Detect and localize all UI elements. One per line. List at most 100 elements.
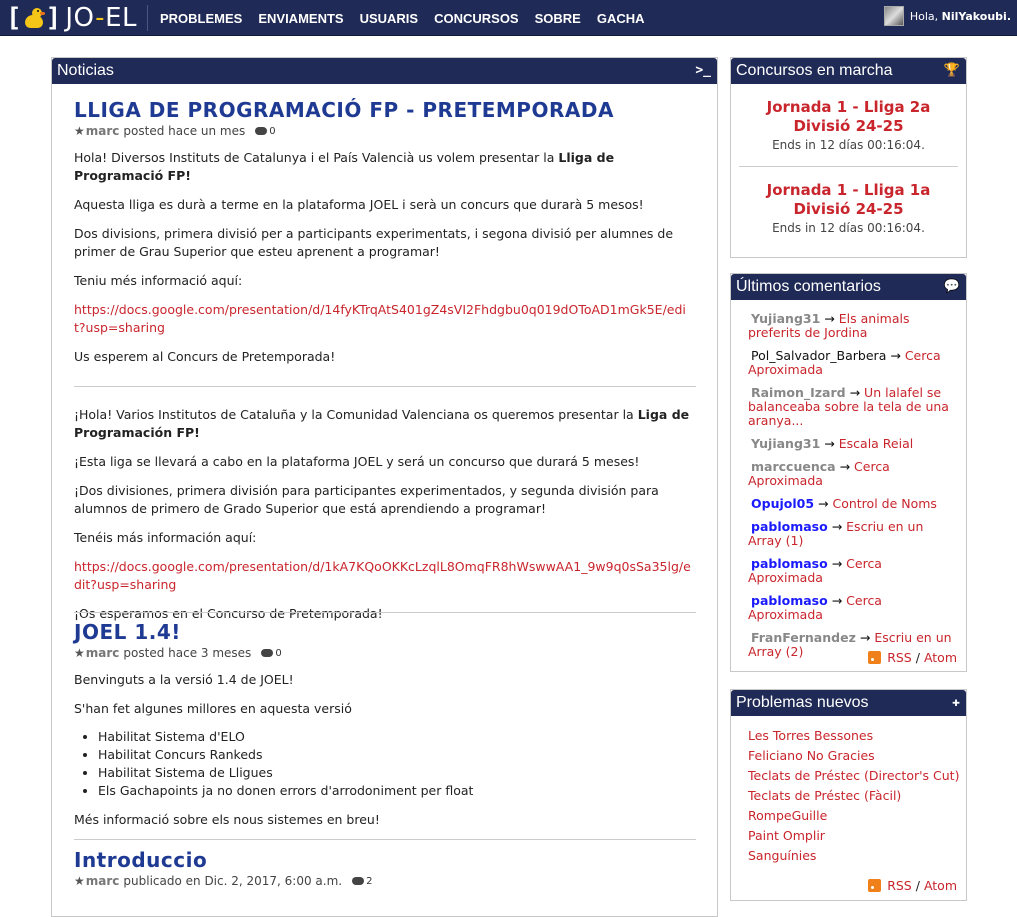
presentation-link[interactable]: https://docs.google.com/presentation/d/1…: [74, 302, 686, 335]
problem-link[interactable]: Feliciano No Gracies: [748, 748, 875, 763]
comment-user[interactable]: Yujiang31: [748, 436, 820, 451]
divider: [74, 839, 696, 840]
comment-icon: [352, 877, 365, 885]
contest-title[interactable]: Jornada 1 - Lliga 1a Divisió 24-25: [731, 181, 966, 219]
nav-item-usuaris[interactable]: USUARIS: [360, 11, 419, 26]
comment-user[interactable]: Pol_Salvador_Barbera: [748, 348, 886, 363]
article-meta: ★ marc publicado en Dic. 2, 2017, 6:00 a…: [74, 874, 696, 888]
contest-countdown: Ends in 12 días 00:16:04.: [772, 138, 925, 152]
list-item: Feliciano No Gracies: [748, 746, 966, 766]
comment-user[interactable]: Opujol05: [748, 496, 814, 511]
comment-entry: pablomaso → Cerca Aproximada: [748, 556, 882, 585]
avatar[interactable]: [883, 6, 904, 26]
comment-icon: [261, 649, 274, 657]
comment-target[interactable]: Escala Reial: [839, 436, 913, 451]
comment-user[interactable]: marccuenca: [748, 459, 836, 474]
list-item: Sanguínies: [748, 846, 966, 866]
article-author[interactable]: marc: [86, 124, 120, 138]
divider: [74, 386, 696, 387]
comment-entry: Pol_Salvador_Barbera → Cerca Aproximada: [748, 348, 941, 377]
terminal-icon: >_: [695, 63, 711, 78]
problem-link[interactable]: Paint Omplir: [748, 828, 825, 843]
comment-count[interactable]: 0: [261, 648, 282, 659]
comments-header-title: Últimos comentarios: [736, 278, 881, 295]
list-item: Habilitat Sistema de Lligues: [98, 764, 696, 782]
atom-link[interactable]: Atom: [924, 878, 957, 893]
article-date: posted hace un mes: [123, 124, 246, 138]
problems-header-title: Problemas nuevos: [736, 694, 869, 711]
duck-icon: [23, 6, 45, 30]
nav-item-concursos[interactable]: CONCURSOS: [434, 11, 519, 26]
nav-item-gacha[interactable]: GACHA: [597, 11, 645, 26]
contests-panel: Concursos en marcha 🏆 Jornada 1 - Lliga …: [730, 57, 967, 258]
paragraph: Més informació sobre els nous sistemes e…: [74, 812, 380, 827]
comments-panel: Últimos comentarios 💬 Yujiang31 → Els an…: [730, 273, 967, 672]
nav-item-problemes[interactable]: PROBLEMES: [160, 11, 242, 26]
problem-link[interactable]: Teclats de Préstec (Director's Cut): [748, 768, 959, 783]
article-meta: ★ marc posted hace un mes 0: [74, 124, 696, 138]
username[interactable]: NilYakoubi.: [942, 10, 1011, 23]
logo-text: JO-EL: [65, 3, 137, 33]
article: Introduccio ★ marc publicado en Dic. 2, …: [74, 839, 696, 888]
puzzle-icon: ✚: [952, 695, 960, 710]
star-icon: ★: [74, 874, 85, 888]
article-author[interactable]: marc: [86, 874, 120, 888]
paragraph: ¡Esta liga se llevará a cabo en la plata…: [74, 454, 640, 469]
comment-target[interactable]: Control de Noms: [832, 496, 936, 511]
atom-link[interactable]: Atom: [924, 650, 957, 665]
main-nav: PROBLEMES ENVIAMENTS USUARIS CONCURSOS S…: [160, 0, 661, 36]
star-icon: ★: [74, 646, 85, 660]
rss-icon: [868, 651, 882, 664]
paragraph: Hola! Diversos Instituts de Catalunya i …: [74, 150, 615, 183]
feed-links: RSS / Atom: [868, 878, 957, 893]
comment-entry: Raimon_Izard → Un lalafel se balanceaba …: [748, 385, 949, 428]
contest-item: Jornada 1 - Lliga 2a Divisió 24-25 Ends …: [731, 84, 966, 152]
comments-icon: 💬: [943, 279, 960, 294]
article-title[interactable]: JOEL 1.4!: [74, 620, 696, 644]
user-menu[interactable]: Hola, NilYakoubi.: [883, 6, 1011, 26]
logo-bracket-left: [: [6, 3, 22, 33]
contest-item: Jornada 1 - Lliga 1a Divisió 24-25 Ends …: [731, 167, 966, 235]
nav-item-sobre[interactable]: SOBRE: [535, 11, 581, 26]
contest-title[interactable]: Jornada 1 - Lliga 2a Divisió 24-25: [731, 98, 966, 136]
problem-link[interactable]: Teclats de Préstec (Fàcil): [748, 788, 901, 803]
comment-count[interactable]: 2: [352, 876, 372, 887]
comment-user[interactable]: pablomaso: [748, 593, 828, 608]
comment-user[interactable]: Yujiang31: [748, 311, 820, 326]
comment-icon: [255, 127, 268, 135]
contests-header: Concursos en marcha 🏆: [731, 58, 966, 84]
comment-user[interactable]: FranFernandez: [748, 630, 856, 645]
article-title[interactable]: Introduccio: [74, 848, 696, 872]
comment-user[interactable]: pablomaso: [748, 556, 828, 571]
problem-link[interactable]: Sanguínies: [748, 848, 816, 863]
comment-count[interactable]: 0: [255, 126, 276, 137]
comments-list: Yujiang31 → Els animals preferits de Jor…: [731, 300, 966, 659]
problem-link[interactable]: RompeGuille: [748, 808, 827, 823]
comment-user[interactable]: Raimon_Izard: [748, 385, 846, 400]
presentation-link[interactable]: https://docs.google.com/presentation/d/1…: [74, 559, 691, 592]
comments-header: Últimos comentarios 💬: [731, 274, 966, 300]
comment-user[interactable]: pablomaso: [748, 519, 828, 534]
rss-icon: [868, 879, 882, 892]
article-date: posted hace 3 meses: [123, 646, 252, 660]
news-header-title: Noticias: [57, 62, 114, 79]
paragraph: Us esperem al Concurs de Pretemporada!: [74, 349, 336, 364]
comment-entry: Yujiang31 → Els animals preferits de Jor…: [748, 311, 910, 340]
comment-entry: Yujiang31 → Escala Reial: [748, 437, 958, 451]
article-date: publicado en Dic. 2, 2017, 6:00 a.m.: [123, 874, 343, 888]
site-logo[interactable]: [ ] JO-EL: [6, 2, 137, 34]
contest-countdown: Ends in 12 días 00:16:04.: [772, 221, 925, 235]
paragraph: Teniu més informació aquí:: [74, 273, 243, 288]
article: LLIGA DE PROGRAMACIÓ FP - PRETEMPORADA ★…: [74, 98, 696, 623]
paragraph: S'han fet algunes millores en aquesta ve…: [74, 701, 352, 716]
problem-link[interactable]: Les Torres Bessones: [748, 728, 873, 743]
rss-link[interactable]: RSS: [887, 878, 912, 893]
news-panel: Noticias >_ LLIGA DE PROGRAMACIÓ FP - PR…: [51, 57, 718, 917]
paragraph: Dos divisions, primera divisió per a par…: [74, 226, 674, 259]
nav-item-enviaments[interactable]: ENVIAMENTS: [258, 11, 343, 26]
article-author[interactable]: marc: [86, 646, 120, 660]
comment-entry: pablomaso → Cerca Aproximada: [748, 593, 882, 622]
rss-link[interactable]: RSS: [887, 650, 912, 665]
article-title[interactable]: LLIGA DE PROGRAMACIÓ FP - PRETEMPORADA: [74, 98, 696, 122]
list-item: Els Gachapoints ja no donen errors d'arr…: [98, 782, 696, 800]
